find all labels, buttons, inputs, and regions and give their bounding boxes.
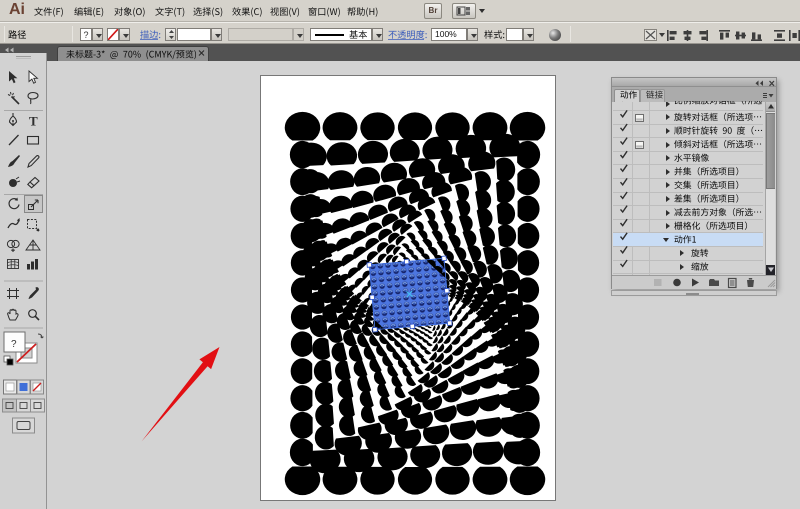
svg-text:T: T [29, 114, 38, 129]
svg-text:?: ? [11, 339, 17, 350]
